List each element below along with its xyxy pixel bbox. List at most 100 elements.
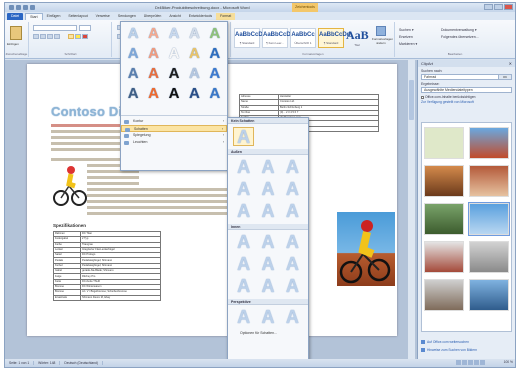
include-office-checkbox[interactable]: Office.com-Inhalte berücksichtigen [418,95,515,99]
shadow-option[interactable]: A [233,180,254,199]
save-icon[interactable] [16,5,21,10]
wordart-style-option[interactable]: A [185,85,203,103]
shadow-option[interactable]: A [233,233,254,252]
wordart-style-option[interactable]: A [165,85,183,103]
search-office-link[interactable]: Auf Office.com weitersuchen [421,340,469,344]
go-button[interactable]: OK [498,74,512,80]
wordart-style-option[interactable]: A [124,65,142,83]
tab-format[interactable]: Format [216,13,236,20]
change-styles-button[interactable]: Formatvorlagen ändern [372,26,393,45]
redo-icon[interactable] [30,5,35,10]
style-standard[interactable]: AaBbCcDd ¶ Standard [234,28,266,48]
zoom-level[interactable]: 100 % [504,360,513,364]
style-title[interactable]: AaB Titel [346,28,369,48]
shadow-option[interactable]: A [257,233,278,252]
shadow-option[interactable]: A [257,158,278,177]
clip-result[interactable] [424,165,464,197]
cyclist-image-small[interactable] [53,162,87,208]
clip-result[interactable] [469,279,509,311]
tab-insert[interactable]: Einfügen [43,13,65,20]
wordart-style-option[interactable]: A [185,45,203,63]
highlight-icon[interactable] [75,34,81,39]
wordart-style-option[interactable]: A [165,25,183,43]
clip-result[interactable] [424,279,464,311]
vertical-scrollbar[interactable] [407,60,415,361]
clip-result[interactable] [469,241,509,273]
wordart-style-option[interactable]: A [165,45,183,63]
search-hints-link[interactable]: Hinweise zum Suchen von Bildern [421,348,477,352]
wordart-style-option[interactable]: A [144,45,162,63]
menu-outline[interactable]: Kontur › [121,118,227,125]
provided-by-link[interactable]: Zur Verfügung gestellt von Microsoft [418,100,515,104]
underline-icon[interactable] [47,34,53,39]
font-size-select[interactable] [79,25,91,31]
shadow-option[interactable]: A [282,255,303,274]
shadow-option[interactable]: A [257,277,278,296]
full-screen-icon[interactable] [462,360,467,365]
page-count[interactable]: Seite: 1 von 1 [5,361,35,365]
minimize-button[interactable] [484,4,493,10]
print-layout-icon[interactable] [456,360,461,365]
tab-mailings[interactable]: Sendungen [114,13,140,20]
wordart-style-option[interactable]: A [206,45,224,63]
style-standard-selected[interactable]: AaBbCcDd ¶ Standard [318,28,350,48]
shadow-option[interactable]: A [282,180,303,199]
clip-result[interactable] [424,203,464,235]
shadow-option[interactable]: A [233,127,255,147]
font-name-select[interactable] [33,25,77,31]
cyclist-photo[interactable] [337,212,395,286]
shadow-option[interactable]: A [257,202,278,221]
clip-result-selected[interactable] [468,202,510,236]
style-no-spacing[interactable]: AaBbCcDd ¶ Kein Leer... [262,28,294,48]
maximize-button[interactable] [494,4,503,10]
menu-glow[interactable]: Leuchten › [121,139,227,146]
wordart-style-option[interactable]: A [206,25,224,43]
shadow-option[interactable]: A [233,202,254,221]
search-input[interactable]: Fahrrad OK [421,74,512,80]
shadow-option[interactable]: A [282,158,303,177]
tab-home[interactable]: Start [25,13,43,20]
wordart-style-option[interactable]: A [124,25,142,43]
scrollbar-thumb[interactable] [409,80,414,120]
translate-button[interactable]: Folgendes übersetzen... [441,35,479,42]
tab-developer[interactable]: Entwicklertools [185,13,216,20]
document-management-button[interactable]: Dokumentverwaltung ▾ [441,28,479,35]
shadow-option[interactable]: A [282,202,303,221]
shadow-option[interactable]: A [257,180,278,199]
shadow-option[interactable]: A [233,255,254,274]
shadow-option[interactable]: A [233,308,254,327]
tab-references[interactable]: Verweise [92,13,114,20]
shadow-option[interactable]: A [257,255,278,274]
wordart-style-option[interactable]: A [185,25,203,43]
web-layout-icon[interactable] [468,360,473,365]
shadow-option[interactable]: A [257,308,278,327]
clip-result[interactable] [469,165,509,197]
text-effects-icon[interactable] [68,34,74,39]
document-title-wordart[interactable]: Contoso Di [51,104,122,119]
clip-result[interactable] [469,127,509,159]
tab-review[interactable]: Überprüfen [140,13,166,20]
shadow-options-button[interactable]: Optionen für Schatten... [228,330,308,337]
shadow-option[interactable]: A [282,277,303,296]
shadow-option[interactable]: A [282,308,303,327]
wordart-style-option[interactable]: A [206,85,224,103]
wordart-style-option[interactable]: A [124,85,142,103]
shadow-option[interactable]: A [233,277,254,296]
shadow-option[interactable]: A [233,158,254,177]
shadow-option[interactable]: A [282,233,303,252]
outline-view-icon[interactable] [474,360,479,365]
font-color-icon[interactable] [82,34,88,39]
tab-view[interactable]: Ansicht [165,13,184,20]
wordart-style-option[interactable]: A [144,85,162,103]
find-button[interactable]: Suchen ▾ [399,28,417,35]
draft-view-icon[interactable] [480,360,485,365]
close-pane-icon[interactable]: ✕ [509,60,512,67]
paste-icon[interactable] [10,26,22,40]
menu-reflection[interactable]: Spiegelung › [121,132,227,139]
media-type-select[interactable]: Ausgewählte Mediendateitypen [421,87,512,93]
wordart-style-option[interactable]: A [206,65,224,83]
bold-icon[interactable] [33,34,39,39]
undo-icon[interactable] [23,5,28,10]
strikethrough-icon[interactable] [54,34,60,39]
tab-page-layout[interactable]: Seitenlayout [64,13,91,20]
